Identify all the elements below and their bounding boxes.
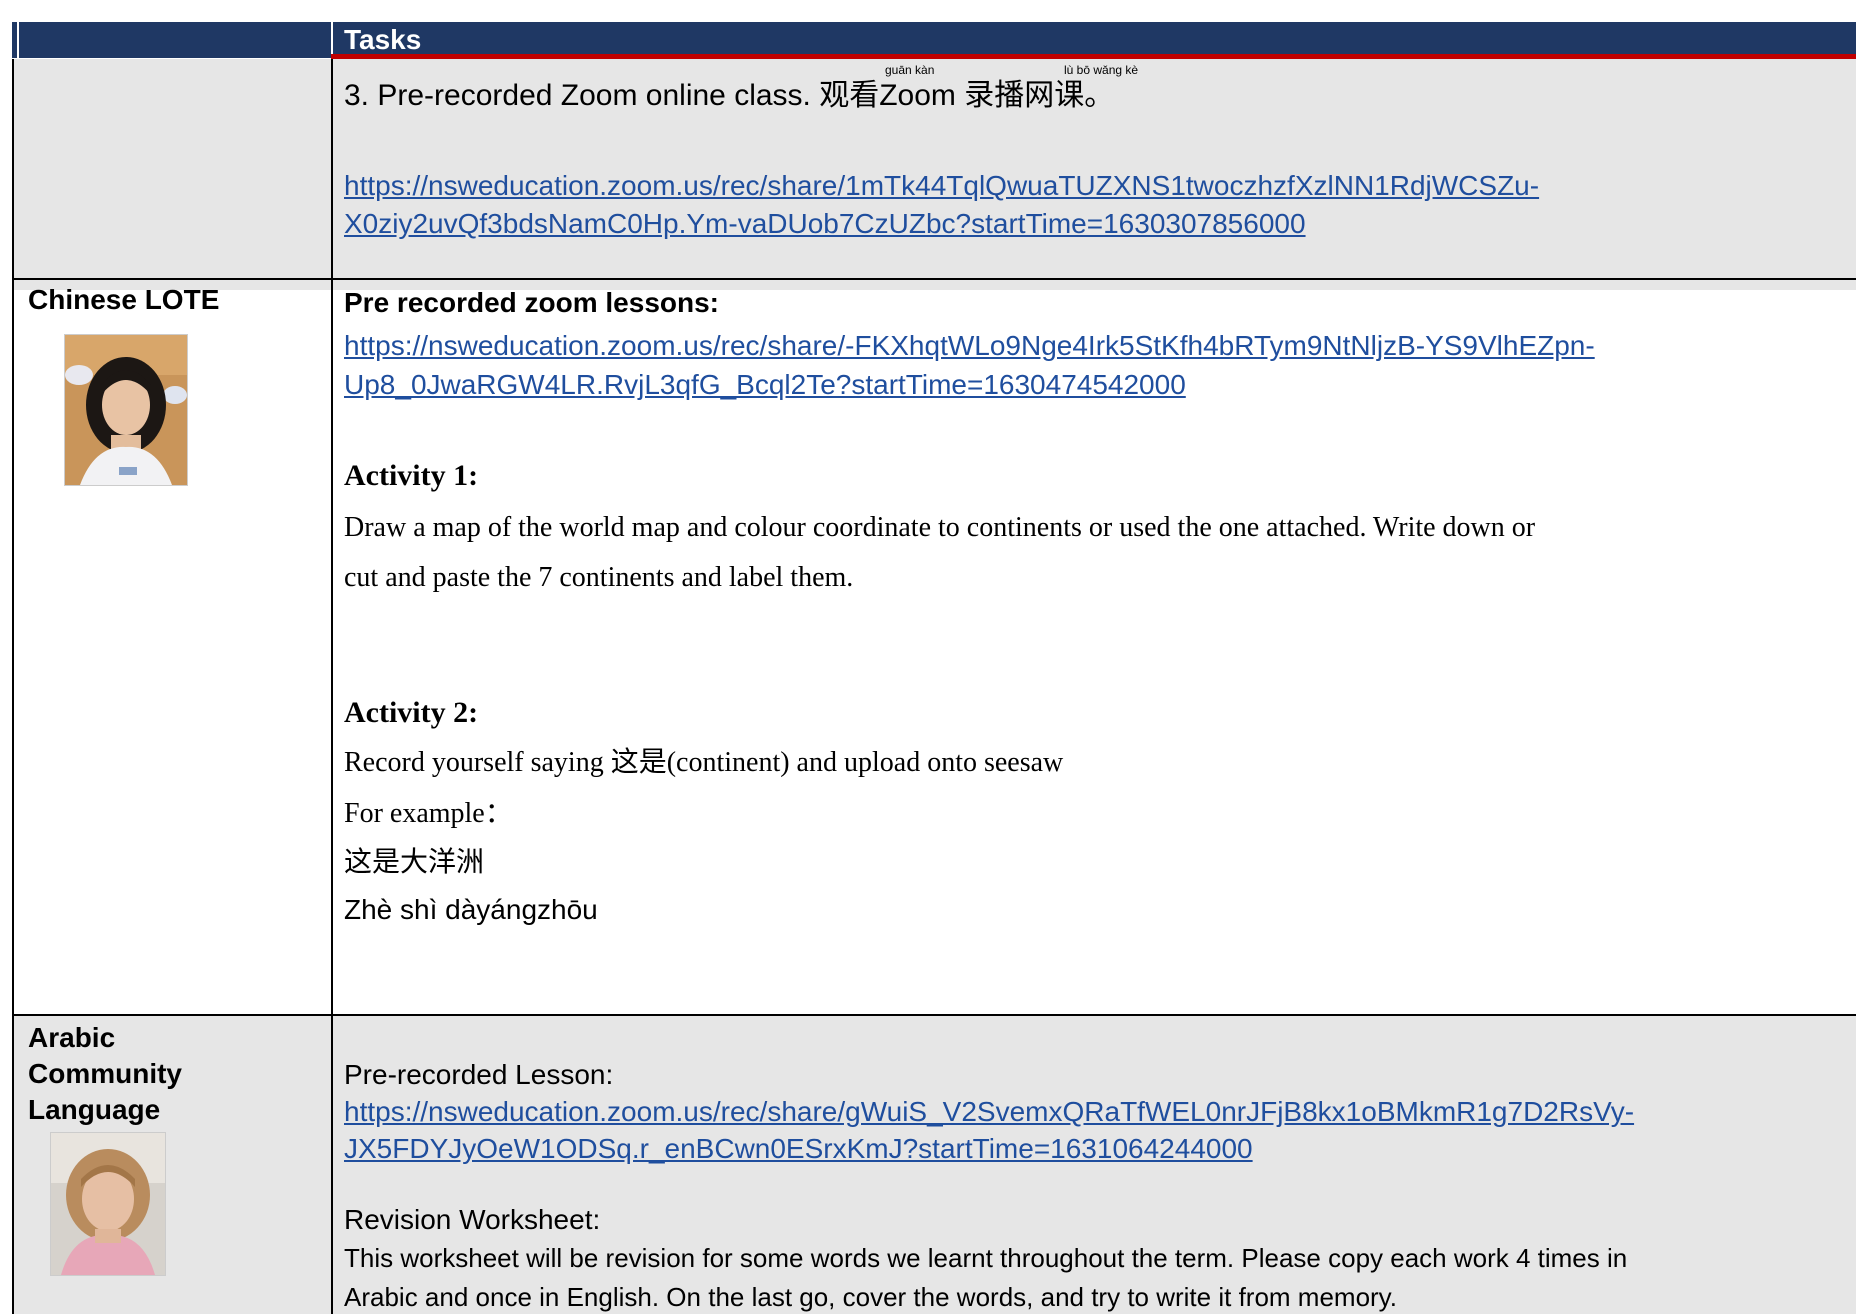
zoom-link-1-line2[interactable]: X0ziy2uvQf3bdsNamC0Hp.Ym-vaDUob7CzUZbc?s…: [344, 205, 1306, 243]
teacher-name-arabic-line1: Arabic: [28, 1022, 116, 1053]
zoom-class-line: 3. Pre-recorded Zoom online class. 观看Zoo…: [344, 79, 1115, 112]
zoom-link-2-line2[interactable]: Up8_0JwaRGW4LR.RvjL3qfG_Bcql2Te?startTim…: [344, 366, 1186, 404]
activity-1-title: Activity 1:: [344, 459, 479, 492]
teacher-photo-arabic: [50, 1132, 166, 1276]
teacher-name-chinese-lote: Chinese LOTE: [28, 284, 220, 315]
teacher-name-arabic-line2: Community: [28, 1058, 182, 1089]
activity-2-line4: Zhè shì dàyángzhōu: [344, 894, 598, 925]
table-header: [12, 22, 1856, 58]
header-left-rule: [17, 22, 19, 58]
pre-recorded-heading: Pre recorded zoom lessons:: [344, 287, 720, 318]
activity-2-title: Activity 2:: [344, 696, 479, 729]
row1-name-cell: [12, 59, 331, 290]
zoom-link-3-line1[interactable]: https://nsweducation.zoom.us/rec/share/g…: [344, 1093, 1634, 1131]
zoom-link-1-line1[interactable]: https://nsweducation.zoom.us/rec/share/1…: [344, 167, 1539, 205]
pinyin-guan-kan: guān kàn: [885, 63, 935, 77]
header-divider: [331, 22, 333, 58]
zoom-link-2-line1[interactable]: https://nsweducation.zoom.us/rec/share/-…: [344, 327, 1595, 365]
activity-2-line3: 这是大洋洲: [344, 847, 485, 878]
teacher-photo-chinese: [64, 334, 188, 486]
worksheet-line2: Arabic and once in English. On the last …: [344, 1282, 1397, 1312]
activity-1-line1: Draw a map of the world map and colour c…: [344, 512, 1536, 543]
activity-2-line1: Record yourself saying 这是(continent) and…: [344, 747, 1064, 778]
worksheet-line1: This worksheet will be revision for some…: [344, 1243, 1628, 1273]
header-title: Tasks: [344, 24, 422, 55]
activity-2-line2: For example：: [344, 798, 513, 829]
pinyin-lu-bo: lù bō wǎng kè: [1064, 63, 1139, 77]
teacher-name-arabic-line3: Language: [28, 1094, 161, 1125]
lesson-label: Pre-recorded Lesson:: [344, 1059, 614, 1090]
worksheet-label: Revision Worksheet:: [344, 1204, 601, 1235]
zoom-link-3-line2[interactable]: JX5FDYJyOeW1ODSq.r_enBCwn0ESrxKmJ?startT…: [344, 1130, 1253, 1168]
activity-1-line2: cut and paste the 7 continents and label…: [344, 562, 854, 593]
tasks-table: Tasks guān kàn lù bō wǎng kè 3. Pre-reco…: [0, 0, 1856, 1314]
